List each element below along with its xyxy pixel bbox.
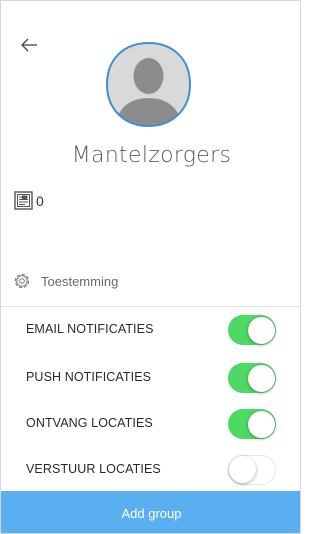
toggle-knob	[229, 456, 256, 483]
push-notifications-toggle[interactable]	[228, 363, 276, 393]
gear-icon	[14, 273, 30, 289]
avatar	[104, 40, 193, 129]
person-silhouette-icon	[105, 41, 192, 128]
email-notifications-toggle[interactable]	[228, 315, 276, 345]
receive-locations-toggle[interactable]	[228, 409, 276, 439]
toggle-knob	[248, 316, 275, 344]
setting-push-notificaties: PUSH NOTIFICATIES	[1, 357, 300, 401]
group-name: Mantelzorgers	[71, 143, 232, 168]
member-count: 0	[14, 191, 44, 210]
toggle-knob	[248, 410, 275, 438]
setting-label: VERSTUUR LOCATIES	[26, 462, 161, 476]
toggle-knob	[248, 364, 275, 392]
document-icon	[14, 191, 33, 210]
send-locations-toggle[interactable]	[228, 455, 276, 485]
setting-label: PUSH NOTIFICATIES	[26, 370, 152, 384]
arrow-left-icon	[21, 38, 37, 52]
member-count-value: 0	[36, 193, 44, 209]
back-button[interactable]	[19, 35, 41, 55]
setting-ontvang-locaties: ONTVANG LOCATIES	[1, 403, 300, 447]
section-divider	[1, 306, 300, 307]
setting-email-notificaties: EMAIL NOTIFICATIES	[1, 309, 300, 353]
add-group-button[interactable]: Add group	[1, 491, 300, 533]
setting-verstuur-locaties: VERSTUUR LOCATIES	[1, 449, 300, 493]
setting-label: ONTVANG LOCATIES	[26, 416, 153, 430]
permission-label: Toestemming	[41, 273, 119, 289]
group-detail-screen: Mantelzorgers 0 Toestemming EMAIL NOTIFI…	[0, 0, 301, 534]
permission-link[interactable]: Toestemming	[13, 272, 118, 290]
setting-label: EMAIL NOTIFICATIES	[26, 322, 154, 336]
